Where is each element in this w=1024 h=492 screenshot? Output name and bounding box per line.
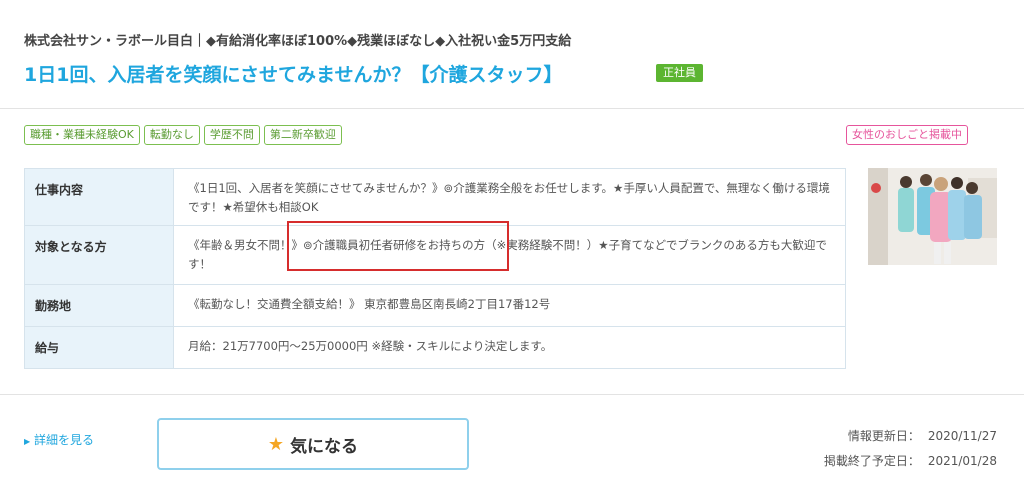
table-row: 勤務地 《転勤なし！交通費全額支給！》 東京都豊島区南長崎2丁目17番12号 bbox=[24, 284, 846, 327]
company-line: 株式会社サン・ラボール目白｜◆有給消化率ほぼ100%◆残業ほぼなし◆入社祝い金5… bbox=[24, 34, 572, 49]
job-title[interactable]: 1日1回、入居者を笑顔にさせてみませんか？【介護スタッフ】 bbox=[24, 60, 563, 87]
women-job-tag: 女性のおしごと掲載中 bbox=[846, 125, 968, 145]
star-icon: ★ bbox=[267, 433, 285, 455]
table-row: 対象となる方 《年齢＆男女不問！》⊚介護職員初任者研修をお持ちの方（※実務経験不… bbox=[24, 225, 846, 285]
row-value: 《年齢＆男女不問！》⊚介護職員初任者研修をお持ちの方（※実務経験不問！）★子育て… bbox=[173, 225, 846, 285]
row-value: 月給：21万7700円～25万0000円 ※経験・スキルにより決定します。 bbox=[173, 326, 846, 369]
favorite-label: 気になる bbox=[290, 436, 359, 457]
detail-link-label: 詳細を見る bbox=[33, 433, 94, 447]
updated-label: 情報更新日： bbox=[847, 429, 920, 443]
detail-link[interactable]: ▶ 詳細を見る bbox=[24, 431, 94, 448]
job-info-table: 仕事内容 《1日1回、入居者を笑顔にさせてみませんか？》⊚介護業務全般をお任せし… bbox=[24, 168, 846, 369]
row-value: 《1日1回、入居者を笑顔にさせてみませんか？》⊚介護業務全般をお任せします。★手… bbox=[173, 168, 846, 226]
header-divider bbox=[0, 108, 1024, 109]
table-row: 仕事内容 《1日1回、入居者を笑顔にさせてみませんか？》⊚介護業務全般をお任せし… bbox=[24, 168, 846, 226]
feature-tag: 職種・業種未経験OK bbox=[24, 125, 140, 145]
row-label: 勤務地 bbox=[24, 284, 174, 327]
updated-row: 情報更新日： 2020/11/27 bbox=[824, 424, 997, 449]
staff-photo bbox=[868, 168, 997, 265]
end-label: 掲載終了予定日： bbox=[823, 454, 920, 468]
triangle-right-icon: ▶ bbox=[24, 437, 31, 446]
favorite-button[interactable]: ★ 気になる bbox=[157, 418, 469, 470]
row-value: 《転勤なし！交通費全額支給！》 東京都豊島区南長崎2丁目17番12号 bbox=[173, 284, 846, 327]
end-row: 掲載終了予定日： 2021/01/28 bbox=[824, 449, 997, 474]
row-label: 給与 bbox=[24, 326, 174, 369]
feature-tag: 転勤なし bbox=[143, 125, 200, 145]
feature-tags: 職種・業種未経験OK 転勤なし 学歴不問 第二新卒歓迎 bbox=[24, 125, 342, 145]
row-label: 仕事内容 bbox=[24, 168, 174, 226]
row-label: 対象となる方 bbox=[24, 225, 174, 285]
feature-tag: 学歴不問 bbox=[203, 125, 260, 145]
feature-tag: 第二新卒歓迎 bbox=[263, 125, 342, 145]
end-date: 2021/01/28 bbox=[927, 454, 997, 468]
updated-date: 2020/11/27 bbox=[927, 429, 997, 443]
footer-divider bbox=[0, 394, 1024, 395]
table-row: 給与 月給：21万7700円～25万0000円 ※経験・スキルにより決定します。 bbox=[24, 326, 846, 369]
listing-dates: 情報更新日： 2020/11/27 掲載終了予定日： 2021/01/28 bbox=[824, 424, 997, 474]
employment-badge: 正社員 bbox=[656, 64, 703, 82]
